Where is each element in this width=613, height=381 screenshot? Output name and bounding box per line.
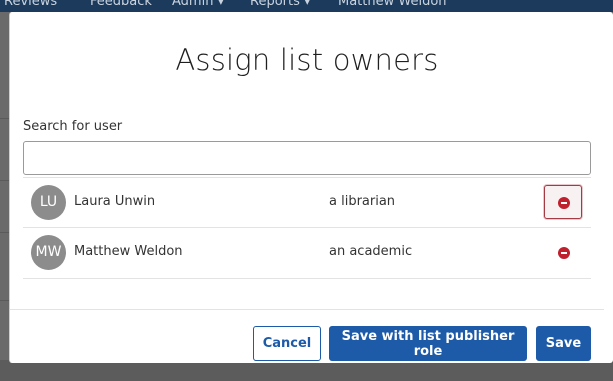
background-nav-bar: Reviews Feedback Admin ▾ Reports ▾ Matth… (0, 0, 613, 12)
user-role: a librarian (329, 194, 396, 209)
background-nav-admin: Admin ▾ (172, 0, 225, 9)
user-name: Laura Unwin (74, 194, 156, 209)
save-with-publisher-role-button[interactable]: Save with list publisher role (329, 326, 527, 361)
background-footer (0, 360, 613, 381)
minus-circle-icon (558, 247, 570, 259)
background-nav-reviews: Reviews (4, 0, 58, 9)
user-role: an academic (329, 244, 413, 259)
user-row: LU Laura Unwin a librarian (23, 177, 591, 228)
remove-user-button[interactable] (544, 235, 582, 269)
background-nav-reports: Reports ▾ (250, 0, 311, 9)
assign-owners-dialog: Assign list owners Search for user LU La… (9, 12, 613, 363)
avatar: MW (31, 235, 66, 270)
avatar: LU (31, 185, 66, 220)
background-nav-feedback: Feedback (90, 0, 152, 9)
dialog-footer: Cancel Save with list publisher role Sav… (10, 309, 604, 363)
cancel-button[interactable]: Cancel (253, 326, 321, 361)
remove-user-button[interactable] (544, 185, 582, 219)
search-user-input[interactable] (23, 141, 591, 175)
dialog-title: Assign list owners (175, 43, 439, 77)
background-nav-user: Matthew Weldon (338, 0, 447, 9)
minus-circle-icon (558, 197, 570, 209)
save-button[interactable]: Save (536, 326, 591, 361)
search-user-label: Search for user (23, 119, 123, 134)
user-row: MW Matthew Weldon an academic (23, 228, 591, 279)
user-name: Matthew Weldon (74, 244, 183, 259)
